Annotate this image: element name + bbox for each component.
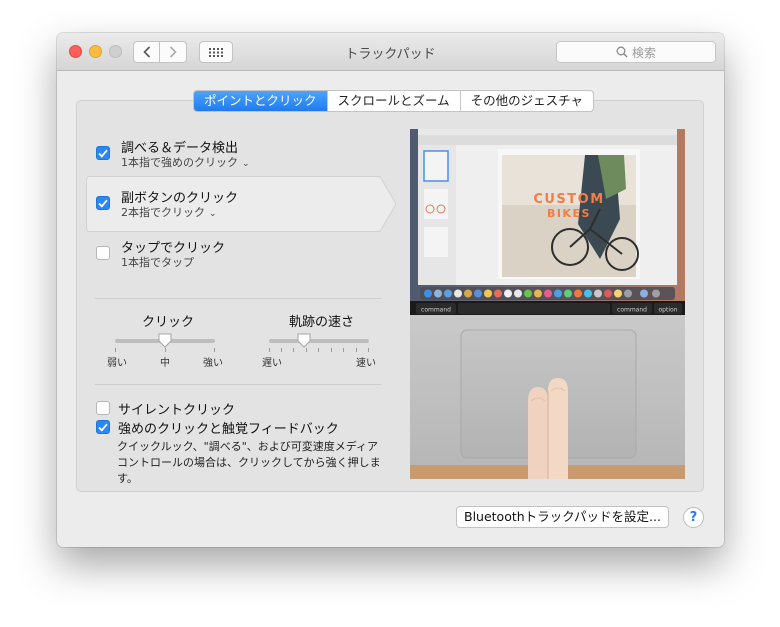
tick-mark [281, 348, 282, 352]
chevron-down-icon: ⌄ [209, 209, 217, 219]
secondary-click-value: 2本指でクリック [121, 206, 205, 219]
click-mid-label: 中 [160, 358, 170, 369]
tick-mark [214, 348, 215, 352]
lookup-checkbox[interactable] [96, 146, 110, 160]
separator [95, 298, 381, 299]
preferences-window: トラックパッド 検索 ポイントとクリック スクロールとズーム その他のジェスチャ… [57, 33, 724, 547]
tab-bar: ポイントとクリック スクロールとズーム その他のジェスチャ [193, 90, 595, 112]
tab-scroll-and-zoom[interactable]: スクロールとズーム [328, 91, 461, 111]
silent-click-checkbox[interactable] [96, 401, 110, 415]
tab-point-and-click[interactable]: ポイントとクリック [194, 91, 328, 111]
secondary-click-popup[interactable]: 2本指でクリック ⌄ [121, 204, 217, 220]
trackpad-illustration: CUSTOM BIKES command command option [410, 129, 685, 479]
tick-mark [318, 348, 319, 352]
tick-mark [293, 348, 294, 352]
tracking-min-label: 遅い [262, 358, 282, 369]
title-bar: トラックパッド 検索 [57, 33, 724, 71]
silent-click-label: サイレントクリック [118, 403, 236, 418]
search-field[interactable]: 検索 [556, 41, 716, 63]
tick-mark [368, 348, 369, 352]
click-slider-knob[interactable] [158, 333, 172, 348]
magazine-title-line2: BIKES [547, 207, 591, 220]
force-click-label: 強めのクリックと触覚フィードバック [118, 422, 339, 437]
tick-mark [343, 348, 344, 352]
tracking-slider-track[interactable] [269, 339, 369, 343]
checkmark-icon [98, 149, 108, 158]
tap-to-click-checkbox[interactable] [96, 246, 110, 260]
tracking-slider-label: 軌跡の速さ [289, 315, 355, 330]
tap-to-click-description: 1本指でタップ [121, 256, 194, 269]
checkmark-icon [98, 423, 108, 432]
tracking-max-label: 速い [356, 358, 376, 369]
click-max-label: 強い [203, 358, 223, 369]
lookup-gesture-popup[interactable]: 1本指で強めのクリック ⌄ [121, 154, 250, 170]
checkmark-icon [98, 199, 108, 208]
key-option: option [659, 307, 678, 314]
tick-mark [356, 348, 357, 352]
click-slider-label: クリック [142, 315, 195, 330]
separator [95, 384, 381, 385]
force-click-checkbox[interactable] [96, 420, 110, 434]
magazine-title-line1: CUSTOM [533, 192, 604, 207]
click-min-label: 弱い [107, 358, 127, 369]
key-command-left: command [421, 307, 451, 314]
tick-mark [115, 348, 116, 352]
tick-mark [269, 348, 270, 352]
secondary-click-checkbox[interactable] [96, 196, 110, 210]
search-placeholder: 検索 [631, 45, 656, 60]
force-click-description: クイックルック、"調べる"、および可変速度メディアコントロールの場合は、クリック… [117, 440, 381, 485]
setup-bluetooth-trackpad-button[interactable]: Bluetoothトラックパッドを設定... [456, 506, 669, 528]
tick-mark [165, 348, 166, 352]
lookup-gesture-value: 1本指で強めのクリック [121, 156, 238, 169]
help-button[interactable]: ? [683, 507, 704, 528]
key-command-right: command [617, 307, 647, 314]
tick-mark [331, 348, 332, 352]
gesture-preview: CUSTOM BIKES command command option [410, 129, 685, 479]
search-icon [616, 46, 628, 58]
tick-mark [306, 348, 307, 352]
tab-more-gestures[interactable]: その他のジェスチャ [461, 91, 593, 111]
chevron-down-icon: ⌄ [242, 159, 250, 169]
tracking-slider-knob[interactable] [297, 333, 311, 348]
